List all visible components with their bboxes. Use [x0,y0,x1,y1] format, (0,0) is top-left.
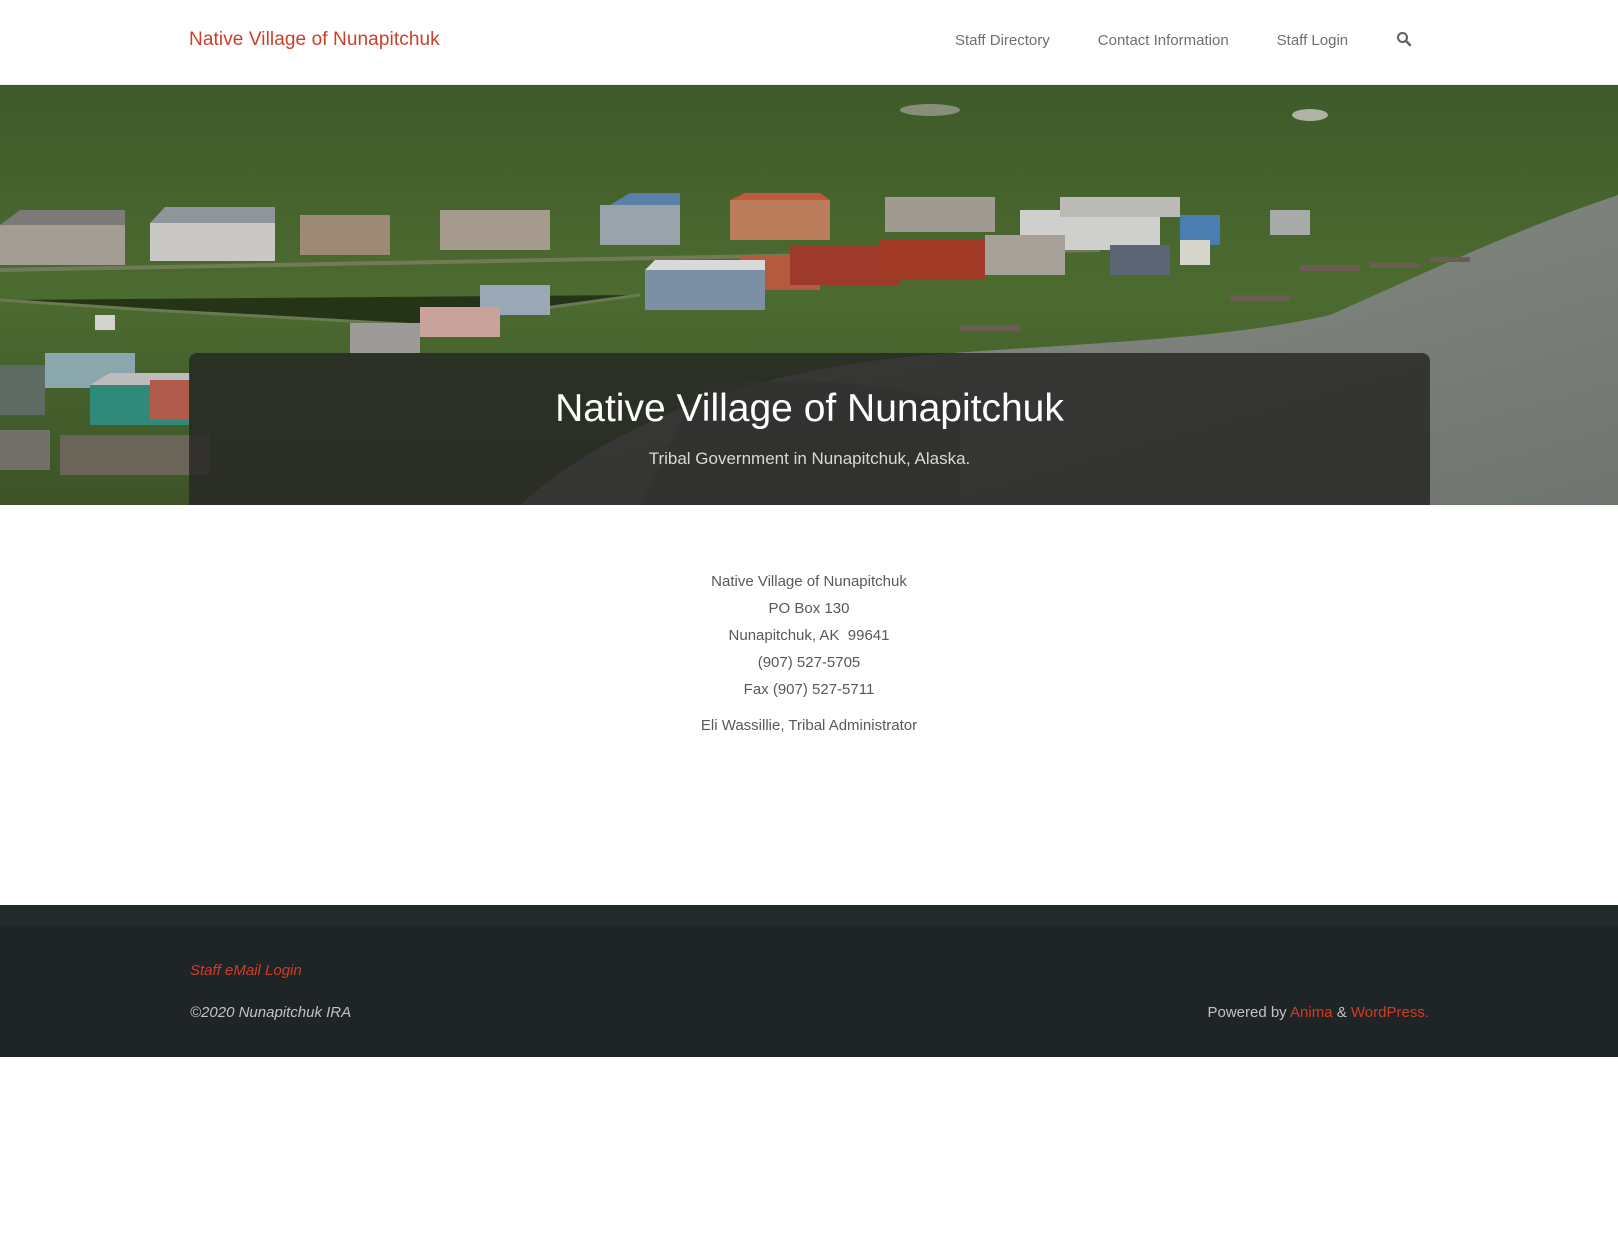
contact-administrator: Eli Wassillie, Tribal Administrator [700,717,918,734]
powered-by-label: Powered by [1207,1004,1287,1021]
main-content: Native Village of Nunapitchuk PO Box 130… [0,505,1618,905]
nav-staff-login[interactable]: Staff Login [1277,32,1348,49]
anima-link[interactable]: Anima [1290,1004,1333,1021]
hero-subtitle: Tribal Government in Nunapitchuk, Alaska… [648,449,971,468]
footer-powered-by: Powered by Anima & WordPress. [1207,1004,1429,1021]
staff-email-login-link[interactable]: Staff eMail Login [190,962,302,979]
contact-phone: (907) 527-5705 [757,654,861,671]
main-nav: Staff Directory Contact Information Staf… [955,31,1414,49]
nav-contact-information[interactable]: Contact Information [1098,32,1229,49]
contact-org: Native Village of Nunapitchuk [711,573,907,590]
contact-fax: Fax (907) 527-5711 [743,681,875,698]
hero-title: Native Village of Nunapitchuk [555,387,1064,430]
hero-caption-box: Native Village of Nunapitchuk Tribal Gov… [189,353,1430,505]
contact-po-box: PO Box 130 [768,600,850,617]
ampersand: & [1336,1004,1347,1021]
contact-city: Nunapitchuk, AK 99641 [728,627,890,644]
site-title-link[interactable]: Native Village of Nunapitchuk [189,29,440,51]
nav-staff-directory[interactable]: Staff Directory [955,32,1050,49]
footer-copyright: ©2020 Nunapitchuk IRA [190,1004,352,1021]
wordpress-link[interactable]: WordPress. [1351,1004,1429,1021]
hero-banner: Native Village of Nunapitchuk Tribal Gov… [0,85,1618,505]
site-header: Native Village of Nunapitchuk Staff Dire… [0,0,1618,85]
search-icon[interactable] [1396,31,1414,49]
contact-address: Native Village of Nunapitchuk PO Box 130… [0,568,1618,703]
site-footer: Staff eMail Login ©2020 Nunapitchuk IRA … [0,927,1618,1057]
footer-widget-strip [0,905,1618,927]
